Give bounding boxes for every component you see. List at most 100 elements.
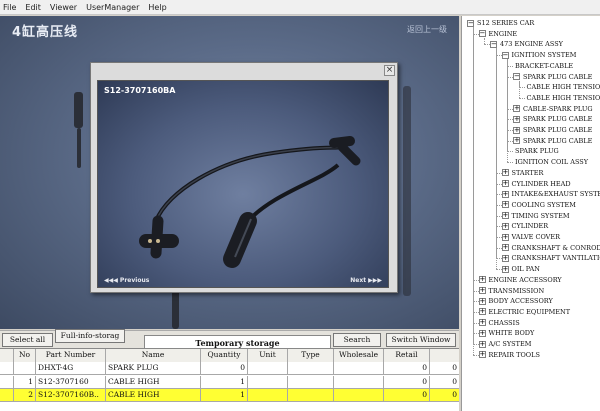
table-cell: CABLE HIGH	[106, 375, 201, 389]
expand-icon[interactable]: +	[501, 233, 509, 241]
expand-icon[interactable]: +	[501, 244, 509, 252]
col-wholesale-header: Wholesale	[334, 349, 384, 362]
background-cable	[74, 92, 83, 128]
expand-icon[interactable]: +	[501, 265, 509, 273]
expand-icon[interactable]: +	[513, 126, 520, 134]
next-button[interactable]: Next ▶▶▶	[350, 277, 382, 284]
switch-window-button[interactable]: Switch Window	[386, 333, 456, 347]
close-icon[interactable]: ×	[384, 65, 395, 76]
menu-viewer[interactable]: Viewer	[50, 3, 77, 12]
tree-node[interactable]: TRANSMISSION	[489, 286, 545, 296]
tree-node[interactable]: SPARK PLUG CABLE	[523, 125, 592, 135]
table-cell: 1	[201, 389, 248, 402]
expand-icon[interactable]: +	[501, 222, 509, 230]
tree-node[interactable]: BODY ACCESSORY	[489, 296, 553, 306]
table-cell: SPARK PLUG	[106, 362, 201, 375]
expand-icon[interactable]: +	[513, 105, 520, 113]
table-cell	[0, 362, 14, 375]
expand-icon[interactable]: +	[478, 297, 486, 305]
table-cell	[288, 389, 334, 402]
expand-icon[interactable]: +	[501, 254, 509, 262]
menu-help[interactable]: Help	[148, 3, 166, 12]
collapse-icon[interactable]: −	[490, 40, 497, 48]
tree-node[interactable]: CABLE HIGH TENSION	[527, 93, 600, 103]
expand-icon[interactable]: +	[501, 169, 509, 177]
select-all-button[interactable]: Select all	[2, 333, 53, 347]
search-button[interactable]: Search	[333, 333, 381, 347]
previous-button[interactable]: ◀◀◀ Previous	[104, 277, 149, 284]
menu-edit[interactable]: Edit	[25, 3, 41, 12]
tree-node[interactable]: SPARK PLUG CABLE	[523, 72, 592, 82]
tree-node[interactable]: REPAIR TOOLS	[489, 350, 540, 360]
tree-node[interactable]: ELECTRIC EQUIPMENT	[489, 307, 571, 317]
tab-temporary-storage[interactable]: Temporary storage	[144, 335, 331, 349]
tree-connector	[507, 162, 513, 164]
tree-node[interactable]: IGNITION SYSTEM	[512, 50, 577, 60]
table-cell	[0, 389, 14, 402]
expand-icon[interactable]: +	[501, 201, 509, 209]
tree-node[interactable]: 473 ENGINE ASSY	[500, 39, 563, 49]
tree-node[interactable]: S12 SERIES CAR	[477, 18, 534, 28]
app-window: File Edit Viewer UserManager Help 4缸高压线 …	[0, 0, 600, 411]
tree-node[interactable]: BRACKET-CABLE	[515, 61, 573, 71]
tree-node[interactable]: CYLINDER HEAD	[512, 179, 571, 189]
collapse-icon[interactable]: −	[467, 19, 474, 27]
tree-connector	[495, 48, 497, 270]
table-cell: CABLE HIGH	[106, 389, 201, 402]
table-cell: 1	[201, 375, 248, 389]
tree-node[interactable]: IGNITION COIL ASSY	[515, 157, 588, 167]
tree-node[interactable]: CRANKSHAFT VANTILATION	[512, 253, 600, 263]
collapse-icon[interactable]: −	[478, 30, 486, 38]
tree-node[interactable]: CYLINDER	[512, 221, 549, 231]
expand-icon[interactable]: +	[478, 287, 486, 294]
menu-file[interactable]: File	[3, 3, 16, 12]
popup-part-number: S12-3707160BA	[104, 86, 176, 95]
expand-icon[interactable]: +	[513, 115, 520, 123]
tree-node[interactable]: VALVE COVER	[512, 232, 561, 242]
expand-icon[interactable]: +	[501, 180, 509, 187]
part-detail-popup[interactable]: × S12-3707160BA ◀◀◀ Previous Next ▶▶▶	[90, 62, 398, 293]
expand-icon[interactable]: +	[478, 329, 486, 337]
tree-node[interactable]: WHITE BODY	[489, 328, 535, 338]
expand-icon[interactable]: +	[478, 276, 486, 284]
table-row[interactable]: DHXT-4G SPARK PLUG 0 0 0	[0, 362, 459, 375]
tree-node[interactable]: CABLE-SPARK PLUG	[523, 104, 593, 114]
tree-node[interactable]: CABLE HIGH TENSION	[527, 82, 600, 92]
parts-tree[interactable]: − S12 SERIES CAR − ENGINE −473 ENGINE ASSY − I…	[461, 16, 600, 411]
tree-node[interactable]: ENGINE ACCESSORY	[489, 275, 562, 285]
back-link[interactable]: 返回上一级	[407, 24, 447, 35]
table-row[interactable]: 1 S12-3707160 CABLE HIGH 1 0 0	[0, 375, 459, 389]
tree-node[interactable]: CRANKSHAFT & CONROD	[512, 243, 600, 253]
parts-viewer[interactable]: 4缸高压线 返回上一级 × S12-3707160BA ◀◀◀ Previous…	[0, 16, 459, 329]
expand-icon[interactable]: +	[501, 212, 509, 220]
table-cell	[248, 362, 288, 375]
table-cell: 2	[14, 389, 36, 402]
collapse-icon[interactable]: −	[513, 73, 520, 80]
tree-node[interactable]: CHASSIS	[489, 318, 520, 328]
table-cell	[334, 362, 384, 375]
collapse-icon[interactable]: −	[501, 51, 509, 59]
tree-node[interactable]: ENGINE	[489, 29, 518, 39]
expand-icon[interactable]: +	[501, 190, 509, 198]
table-cell: 0	[201, 362, 248, 375]
col-name-header: Name	[106, 349, 201, 362]
tree-node[interactable]: SPARK PLUG	[515, 146, 559, 156]
col-type-header: Type	[288, 349, 334, 362]
tree-node[interactable]: STARTER	[512, 168, 544, 178]
expand-icon[interactable]: +	[478, 351, 486, 359]
tree-node[interactable]: A/C SYSTEM	[489, 339, 532, 349]
tree-node[interactable]: TIMING SYSTEM	[512, 211, 570, 221]
tree-node[interactable]: INTAKE&EXHAUST SYSTEM	[512, 189, 600, 199]
expand-icon[interactable]: +	[478, 308, 486, 316]
tree-connector	[484, 37, 485, 45]
full-info-storage-button[interactable]: Full-info-storag	[55, 329, 125, 343]
expand-icon[interactable]: +	[513, 137, 520, 145]
tree-node[interactable]: SPARK PLUG CABLE	[523, 114, 592, 124]
expand-icon[interactable]: +	[478, 340, 486, 348]
tree-node[interactable]: COOLING SYSTEM	[512, 200, 576, 210]
expand-icon[interactable]: +	[478, 319, 486, 327]
menu-usermanager[interactable]: UserManager	[86, 3, 139, 12]
table-row[interactable]: 2 S12-3707160B.. CABLE HIGH 1 0 0	[0, 389, 459, 402]
tree-node[interactable]: OIL PAN	[512, 264, 540, 274]
tree-node[interactable]: SPARK PLUG CABLE	[523, 136, 592, 146]
